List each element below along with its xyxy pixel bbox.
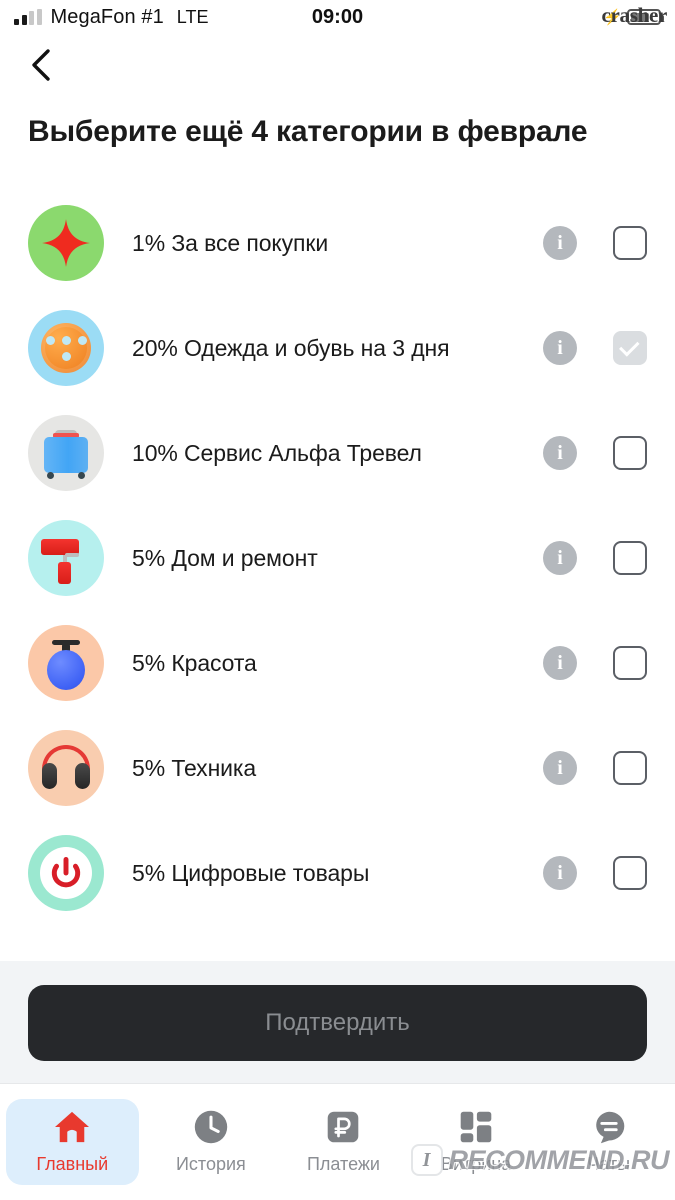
paint-roller-icon bbox=[28, 520, 104, 597]
category-label: 5% Цифровые товары bbox=[132, 859, 370, 886]
status-bar-left: MegaFon #1 LTE bbox=[14, 6, 208, 29]
category-row[interactable]: 5% Красота i bbox=[0, 611, 675, 716]
category-row[interactable]: 20% Одежда и обувь на 3 дня i bbox=[0, 296, 675, 401]
category-row[interactable]: 1% За все покупки i bbox=[0, 191, 675, 296]
tab-main[interactable]: Главный bbox=[6, 1099, 139, 1185]
status-bar: MegaFon #1 LTE 09:00 ⚡ crasher bbox=[0, 0, 675, 34]
category-label: 20% Одежда и обувь на 3 дня bbox=[132, 334, 450, 361]
page-title: Выберите ещё 4 категории в феврале bbox=[28, 115, 588, 148]
category-checkbox[interactable] bbox=[613, 541, 647, 576]
network-type-label: LTE bbox=[176, 6, 209, 27]
info-icon[interactable]: i bbox=[543, 646, 577, 681]
category-row[interactable]: 10% Сервис Альфа Тревел i bbox=[0, 401, 675, 506]
grid-icon bbox=[458, 1107, 494, 1147]
red-star-icon bbox=[28, 205, 104, 282]
tab-chats[interactable]: Чаты bbox=[542, 1099, 675, 1185]
category-checkbox[interactable] bbox=[613, 436, 647, 471]
ruble-icon bbox=[325, 1107, 361, 1147]
power-button-icon bbox=[28, 835, 104, 912]
sewing-button-icon bbox=[28, 310, 104, 387]
category-checkbox[interactable] bbox=[613, 856, 647, 891]
headphones-icon bbox=[28, 730, 104, 807]
tab-label: Чаты bbox=[587, 1154, 631, 1174]
category-checkbox[interactable] bbox=[613, 751, 647, 786]
category-row[interactable]: 5% Дом и ремонт i bbox=[0, 506, 675, 611]
tab-history[interactable]: История bbox=[145, 1099, 278, 1185]
chat-bubble-icon bbox=[591, 1107, 627, 1147]
confirm-button[interactable]: Подтвердить bbox=[28, 985, 647, 1061]
confirm-bar: Подтвердить bbox=[0, 961, 675, 1083]
category-list: 1% За все покупки i 20% Одежда и обувь н… bbox=[0, 151, 675, 926]
category-row[interactable]: 5% Техника i bbox=[0, 716, 675, 821]
tab-label: Главный bbox=[36, 1154, 109, 1174]
clock-icon bbox=[193, 1107, 229, 1147]
category-checkbox[interactable] bbox=[613, 331, 647, 366]
soap-dispenser-icon bbox=[28, 625, 104, 702]
info-icon[interactable]: i bbox=[543, 436, 577, 471]
info-icon[interactable]: i bbox=[543, 226, 577, 261]
category-label: 1% За все покупки bbox=[132, 229, 329, 256]
carrier-label: MegaFon #1 bbox=[50, 5, 164, 28]
tab-label: Платежи bbox=[306, 1154, 380, 1174]
info-icon[interactable]: i bbox=[543, 856, 577, 891]
home-icon bbox=[53, 1107, 91, 1147]
chevron-left-icon[interactable] bbox=[26, 49, 56, 81]
crasher-watermark: crasher bbox=[601, 3, 667, 27]
category-checkbox[interactable] bbox=[613, 646, 647, 681]
tab-label: Витрина bbox=[440, 1154, 512, 1174]
info-icon[interactable]: i bbox=[543, 751, 577, 786]
bottom-tab-bar: Главный История Платежи Витрина Чаты I R… bbox=[0, 1083, 675, 1200]
suitcase-icon bbox=[28, 415, 104, 492]
tab-label: История bbox=[175, 1154, 246, 1174]
category-label: 5% Дом и ремонт bbox=[132, 544, 318, 571]
info-icon[interactable]: i bbox=[543, 541, 577, 576]
category-label: 10% Сервис Альфа Тревел bbox=[132, 439, 422, 466]
top-navigation bbox=[0, 34, 675, 96]
category-checkbox[interactable] bbox=[613, 226, 647, 261]
signal-bars-icon bbox=[14, 9, 42, 25]
tab-payments[interactable]: Платежи bbox=[277, 1099, 410, 1185]
info-icon[interactable]: i bbox=[543, 331, 577, 366]
category-label: 5% Красота bbox=[132, 649, 257, 676]
category-label: 5% Техника bbox=[132, 754, 257, 781]
category-row[interactable]: 5% Цифровые товары i bbox=[0, 821, 675, 926]
tab-showcase[interactable]: Витрина bbox=[410, 1099, 543, 1185]
